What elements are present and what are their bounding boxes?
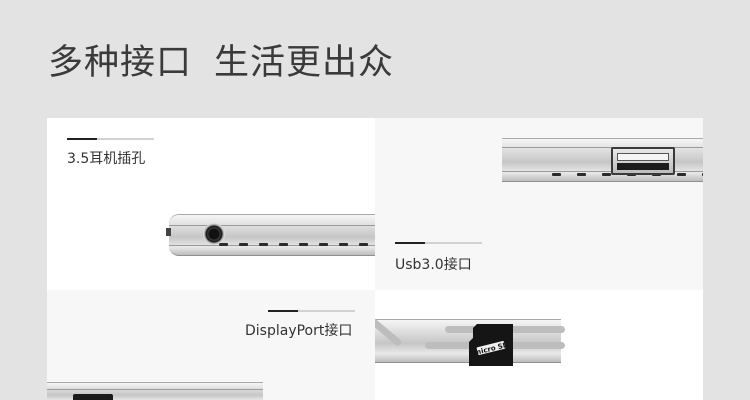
- usb-port-label: Usb3.0接口: [395, 257, 472, 273]
- sd-card-panel: micro SD: [375, 290, 703, 400]
- displayport-port-icon: [73, 394, 113, 400]
- audio-jack-panel: 3.5耳机插孔: [47, 118, 375, 290]
- laptop-edge-card: micro SD: [375, 315, 565, 366]
- heading-part-1: 多种接口: [48, 43, 193, 83]
- laptop-edge-audio: [169, 214, 375, 256]
- usb-port-panel: Usb3.0接口: [375, 118, 703, 290]
- displayport-label-rule: [268, 310, 355, 312]
- page-heading: 多种接口 生活更出众: [48, 34, 394, 85]
- usb-label-rule: [395, 242, 482, 244]
- displayport-label: DisplayPort接口: [245, 323, 353, 339]
- usb-port-icon: [611, 147, 675, 175]
- micro-sd-card-icon: micro SD: [469, 324, 513, 366]
- headphone-jack-icon: [203, 223, 225, 245]
- edge-button: [166, 228, 171, 236]
- displayport-panel: DisplayPort接口: [47, 290, 375, 400]
- heading-part-2: 生活更出众: [214, 43, 395, 83]
- audio-label-rule: [67, 138, 154, 140]
- audio-jack-label: 3.5耳机插孔: [67, 151, 146, 167]
